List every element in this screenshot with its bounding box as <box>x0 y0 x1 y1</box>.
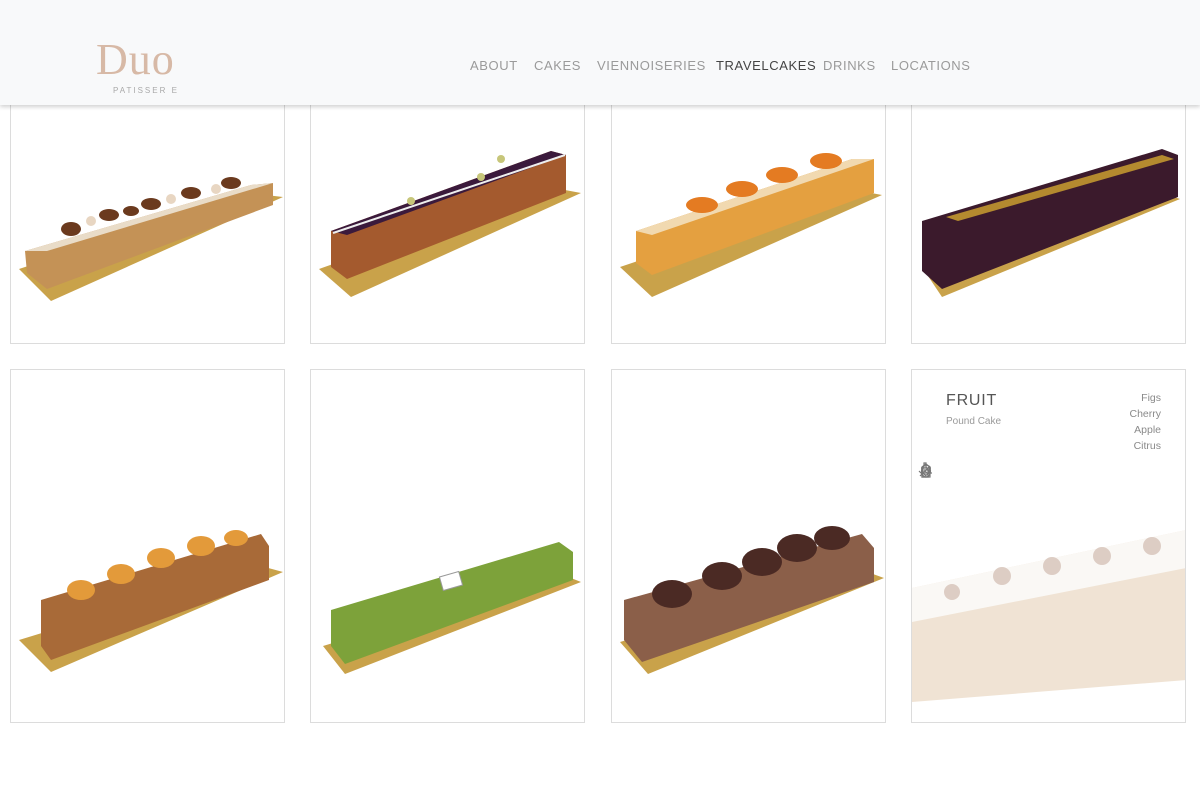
product-card-chestnut[interactable] <box>611 369 886 723</box>
duo-logo[interactable]: Duo PATISSER E <box>96 38 206 98</box>
pecan-cake-image <box>19 177 283 301</box>
site-header: Duo PATISSER E ABOUT CAKES VIENNOISERIES… <box>0 0 1200 105</box>
logo-tagline: PATISSER E <box>113 86 179 95</box>
nav-locations[interactable]: LOCATIONS <box>891 58 971 73</box>
product-card-caramel[interactable] <box>10 369 285 723</box>
product-card-pecan[interactable] <box>10 100 285 344</box>
product-card-pistachio[interactable] <box>310 369 585 723</box>
chestnut-cake-image <box>620 526 884 674</box>
chocolate-cake-image <box>922 149 1180 297</box>
nav-travelcakes[interactable]: TRAVELCAKES <box>716 58 816 73</box>
fruit-cake-image <box>912 530 1185 702</box>
apricot-cake-image <box>620 153 882 297</box>
berry-cake-image <box>319 151 581 297</box>
caramel-cake-image <box>19 530 283 672</box>
nav-viennoiseries[interactable]: VIENNOISERIES <box>597 58 706 73</box>
pistachio-cake-image <box>323 542 581 674</box>
product-card-fruit-info[interactable]: FRUIT Pound Cake Figs Cherry Apple Citru… <box>911 369 1186 723</box>
logo-wordmark: Duo <box>96 35 175 84</box>
nav-about[interactable]: ABOUT <box>470 58 518 73</box>
nav-cakes[interactable]: CAKES <box>534 58 581 73</box>
product-card-berry[interactable] <box>310 100 585 344</box>
nav-drinks[interactable]: DRINKS <box>823 58 876 73</box>
product-card-chocolate[interactable] <box>911 100 1186 344</box>
product-card-apricot[interactable] <box>611 100 886 344</box>
